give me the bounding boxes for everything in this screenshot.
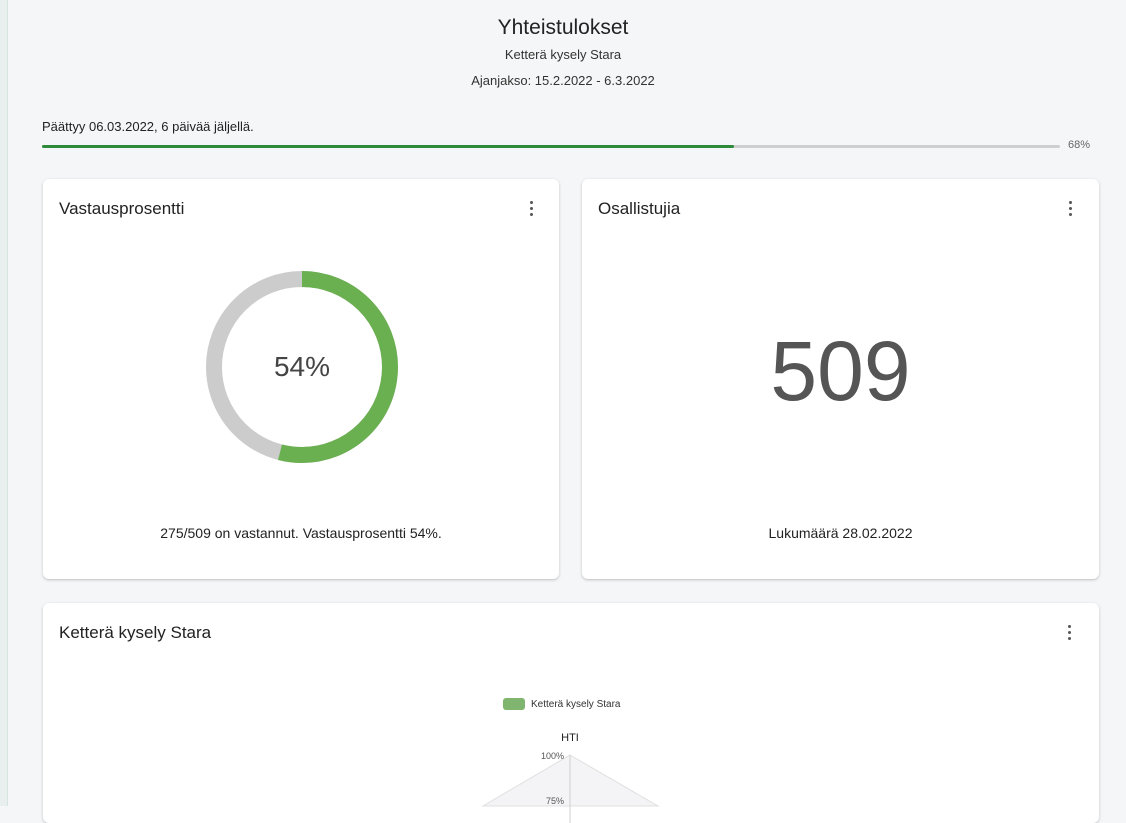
kebab-menu-icon[interactable] [523,199,539,217]
survey-chart-card: Ketterä kysely Stara Ketterä kysely Star… [43,603,1099,823]
response-rate-footer: 275/509 on vastannut. Vastausprosentti 5… [160,525,442,541]
participants-title: Osallistujia [598,199,681,218]
time-progress-fill [42,145,735,148]
survey-name: Ketterä kysely Stara [504,47,622,62]
survey-period: Ajanjakso: 15.2.2022 - 6.3.2022 [471,73,655,88]
donut-percent-label: 54% [273,351,331,382]
left-rail [0,0,8,806]
end-date-status: Päättyy 06.03.2022, 6 päivää jäljellä. [42,119,254,134]
radar-chart: HTI 100% 75% [481,732,660,823]
radar-tick-label: 100% [541,751,564,761]
page-title: Yhteistulokset [497,16,629,39]
participants-count: 509 [770,324,911,418]
time-progress-bar [42,145,1060,148]
radar-axis-label: HTI [561,732,579,744]
response-rate-title: Vastausprosentti [59,199,185,218]
response-rate-donut: 54% [206,271,398,463]
response-rate-card: Vastausprosentti 54% 275/509 on vastannu… [43,179,559,579]
kebab-menu-icon[interactable] [1062,199,1078,217]
participants-footer: Lukumäärä 28.02.2022 [768,525,913,541]
time-progress-percent: 68% [1068,139,1091,151]
radar-tick-label: 75% [546,796,564,806]
participants-card: Osallistujia 509 Lukumäärä 28.02.2022 [582,179,1099,579]
